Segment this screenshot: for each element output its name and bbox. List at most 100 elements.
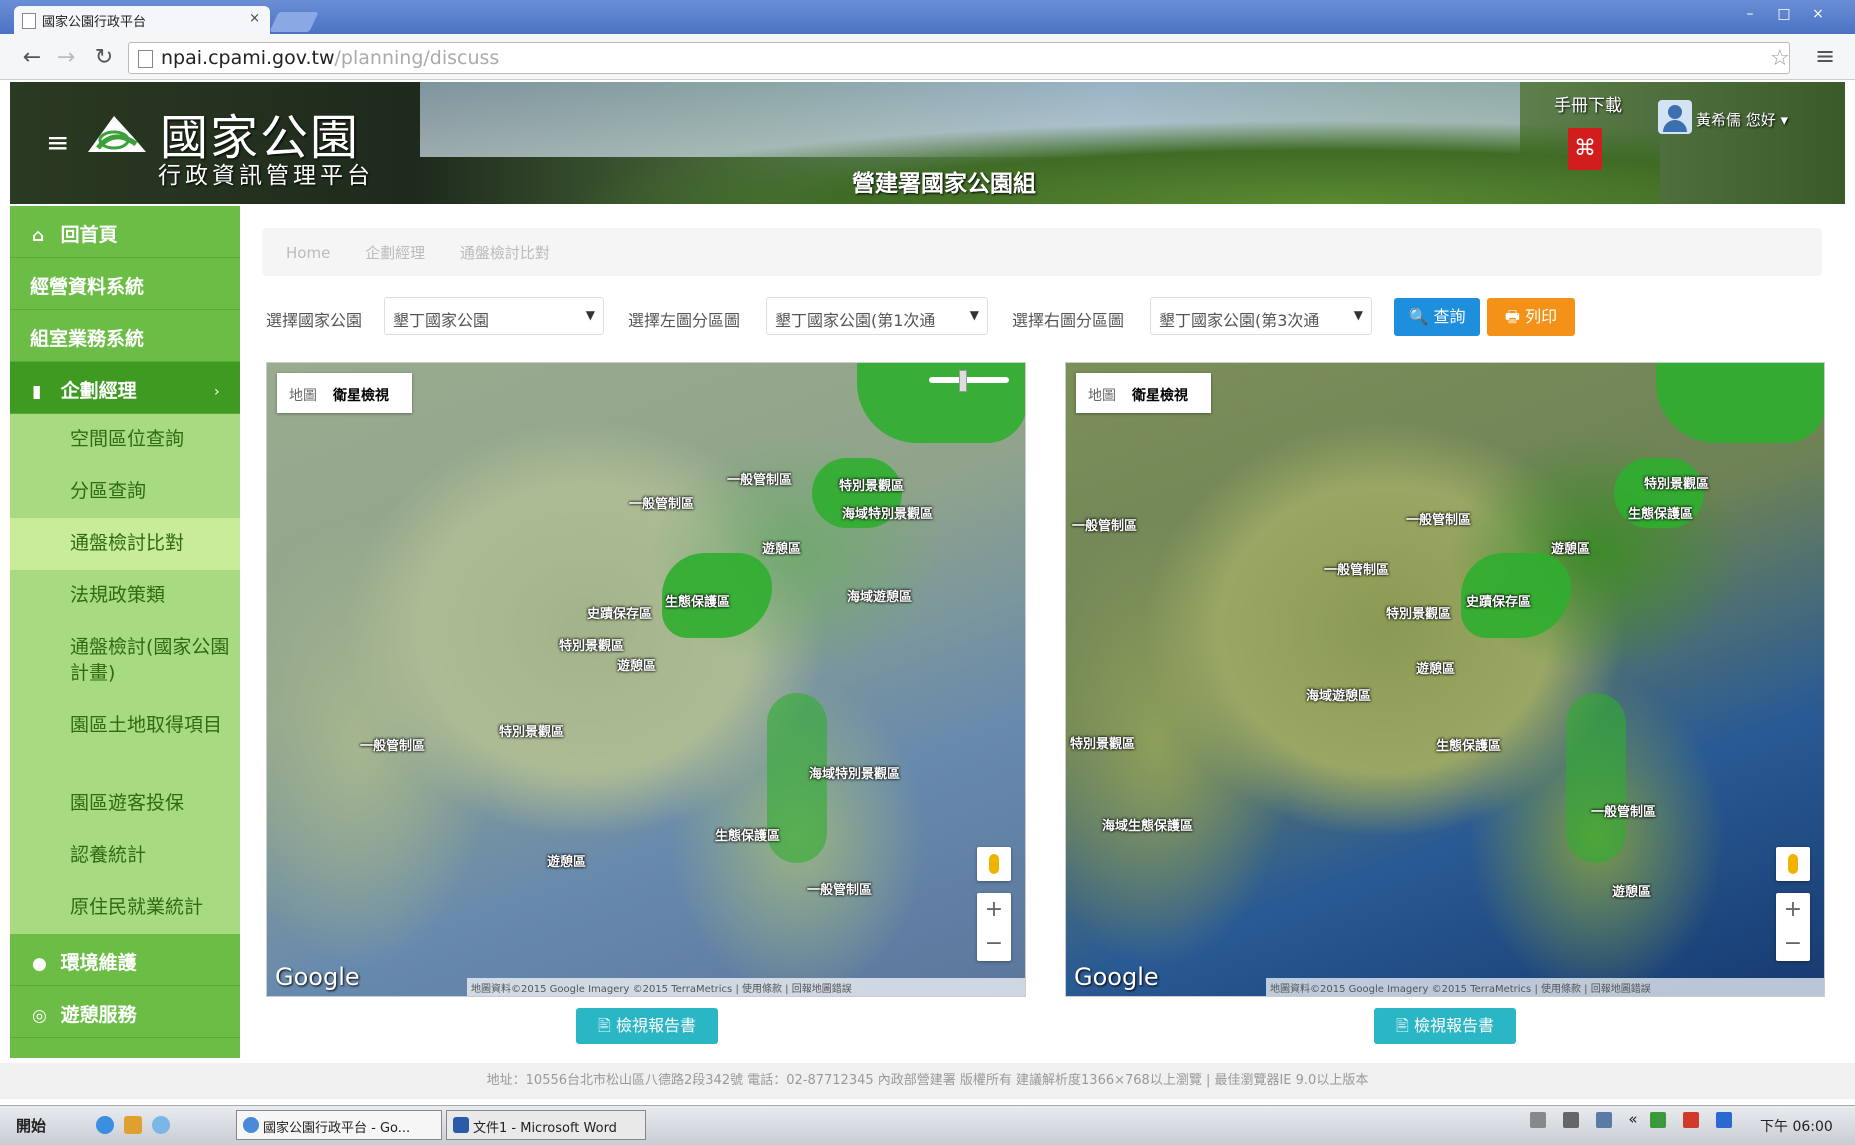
map-place-label: 海域特別景觀區 <box>809 767 901 782</box>
map-place-label: 特別景觀區 <box>1070 737 1136 752</box>
banner-landscape <box>560 120 1660 204</box>
google-logo: Google <box>1074 963 1159 991</box>
tray-display-icon[interactable] <box>1595 1111 1612 1128</box>
tray-expand-icon[interactable]: « <box>1628 1110 1637 1128</box>
user-menu[interactable]: 黃希儒 您好 ▾ <box>1696 109 1788 130</box>
tray-printer-icon[interactable] <box>1530 1111 1546 1128</box>
start-button[interactable]: 開始 <box>8 1111 74 1139</box>
sidebar-item-recreation[interactable]: ◎ 遊憩服務 <box>10 986 240 1038</box>
tray-security-icon[interactable] <box>1650 1111 1667 1128</box>
right-report-button[interactable]: 🖹 檢視報告書 <box>1374 1008 1516 1044</box>
map-place-label: 海域遊憩區 <box>847 590 913 605</box>
map-place-label: 遊憩區 <box>1551 542 1591 557</box>
sidebar-item-operations-data[interactable]: 經營資料系統 <box>10 258 240 310</box>
sidebar-subitem-land-acquisition[interactable]: 園區土地取得項目 <box>10 700 240 778</box>
park-select[interactable]: 墾丁國家公園 ▼ <box>384 297 604 335</box>
map-place-label: 生態保護區 <box>715 829 781 844</box>
map-place-label: 遊憩區 <box>547 855 587 870</box>
taskbar-item-browser[interactable]: 國家公園行政平台 - Go... <box>236 1110 442 1140</box>
tray-monitor-icon[interactable] <box>1715 1111 1732 1128</box>
left-map-select[interactable]: 墾丁國家公園(第1次通 ▼ <box>766 297 988 335</box>
map-place-label: 遊憩區 <box>1416 662 1456 677</box>
map-attribution: 地圖資料©2015 Google Imagery ©2015 TerraMetr… <box>467 978 1025 996</box>
word-icon <box>453 1117 469 1133</box>
back-arrow-icon[interactable]: ← <box>18 44 46 72</box>
sidebar-item-environment[interactable]: ● 環境維護 <box>10 934 240 986</box>
map-type-map[interactable]: 地圖 <box>289 388 317 404</box>
tray-network-icon[interactable] <box>1562 1111 1579 1128</box>
forward-arrow-icon[interactable]: → <box>52 44 80 72</box>
map-type-satellite[interactable]: 衛星檢視 <box>1132 388 1188 404</box>
sidebar-subitem-regulations[interactable]: 法規政策類 <box>10 570 240 622</box>
sidebar-subitem-indigenous-employment[interactable]: 原住民就業統計 <box>10 882 240 934</box>
zoom-in-button[interactable]: + <box>977 893 1011 927</box>
map-place-label: 史蹟保存區 <box>587 607 653 622</box>
chevron-down-icon: ▼ <box>969 308 979 322</box>
taskbar-item-word[interactable]: 文件1 - Microsoft Word <box>446 1110 646 1140</box>
map-type-control[interactable]: 地圖 衛星檢視 <box>1076 373 1211 413</box>
bookmark-star-icon[interactable]: ☆ <box>1770 46 1790 71</box>
sidebar-item-label: 經營資料系統 <box>30 276 145 298</box>
url-host: npai.cpami.gov.tw <box>161 47 335 69</box>
location-pin-icon: ● <box>32 954 47 974</box>
opacity-slider[interactable] <box>929 370 1009 392</box>
tab-close-icon[interactable]: × <box>249 11 260 26</box>
close-window-button[interactable]: × <box>1804 6 1832 26</box>
map-place-label: 生態保護區 <box>1436 739 1502 754</box>
zoom-out-button[interactable]: − <box>977 927 1011 961</box>
left-report-button[interactable]: 🖹 檢視報告書 <box>576 1008 718 1044</box>
right-map[interactable]: 地圖 衛星檢視 一般管制區 特別景觀區 生態保護區 一般管制區 遊憩區 特別景觀區… <box>1065 362 1825 997</box>
map-type-satellite[interactable]: 衛星檢視 <box>333 388 389 404</box>
zoom-control: + − <box>1776 893 1810 961</box>
taskbar-item-label: 國家公園行政平台 - Go... <box>263 1121 411 1136</box>
tray-alert-icon[interactable] <box>1683 1111 1700 1128</box>
sidebar-subitem-zone-query[interactable]: 分區查詢 <box>10 466 240 518</box>
zoom-in-button[interactable]: + <box>1776 893 1810 927</box>
hamburger-menu-icon[interactable]: ≡ <box>46 126 69 159</box>
minimize-button[interactable]: – <box>1736 6 1764 26</box>
address-bar[interactable]: npai.cpami.gov.tw/planning/discuss <box>128 42 1790 74</box>
map-type-control[interactable]: 地圖 衛星檢視 <box>277 373 412 413</box>
chevron-down-icon: ▼ <box>585 308 595 322</box>
sidebar-subitem-visitor-insurance[interactable]: 園區遊客投保 <box>10 778 240 830</box>
print-button[interactable]: 🖶 列印 <box>1487 298 1575 336</box>
sidebar-item-planning[interactable]: ▮ 企劃經理 <box>10 362 240 414</box>
quicklaunch-browser-icon[interactable] <box>96 1116 114 1134</box>
left-map[interactable]: 地圖 衛星檢視 一般管制區 特別景觀區 海域特別景觀區 遊憩區 生態保護區 史蹟保… <box>266 362 1026 997</box>
park-select-value: 墾丁國家公園 <box>393 311 490 330</box>
map-type-map[interactable]: 地圖 <box>1088 388 1116 404</box>
right-map-select-label: 選擇右圖分區圖 <box>1012 311 1125 330</box>
map-place-label: 生態保護區 <box>665 595 731 610</box>
page-footer: 地址：10556台北市松山區八德路2段342號 電話：02-87712345 內… <box>0 1063 1855 1099</box>
park-select-label: 選擇國家公園 <box>266 311 363 330</box>
sidebar-item-label: 回首頁 <box>60 224 118 246</box>
breadcrumb-home[interactable]: Home <box>286 244 330 262</box>
reload-icon[interactable]: ↻ <box>90 44 118 72</box>
right-map-select[interactable]: 墾丁國家公園(第3次通 ▼ <box>1150 297 1372 335</box>
browser-menu-icon[interactable]: ≡ <box>1815 42 1835 70</box>
agency-name: 營建署國家公園組 <box>852 171 1036 197</box>
browser-tab[interactable]: 國家公園行政平台 × <box>14 6 270 34</box>
sidebar-subitem-spatial-query[interactable]: 空間區位查詢 <box>10 414 240 466</box>
query-button[interactable]: 🔍 查詢 <box>1394 298 1480 336</box>
pdf-icon[interactable]: ⌘ <box>1568 128 1602 170</box>
sidebar-subitem-review-compare[interactable]: 通盤檢討比對 <box>10 518 240 570</box>
sidebar-subitem-park-plan-review[interactable]: 通盤檢討(國家公園計畫) <box>10 622 240 700</box>
map-overlay-shade <box>267 363 1025 996</box>
maximize-button[interactable]: □ <box>1770 6 1798 26</box>
user-avatar-icon[interactable] <box>1658 100 1692 134</box>
map-place-label: 一般管制區 <box>1406 513 1472 528</box>
left-map-select-value: 墾丁國家公園(第1次通 <box>775 311 936 330</box>
quicklaunch-folder-icon[interactable] <box>124 1116 142 1134</box>
map-place-label: 海域遊憩區 <box>1306 689 1372 704</box>
street-view-pegman-icon[interactable] <box>977 847 1011 881</box>
sidebar-subitem-adoption-stats[interactable]: 認養統計 <box>10 830 240 882</box>
map-place-label: 一般管制區 <box>629 497 695 512</box>
manual-download-link[interactable]: 手冊下載 <box>1554 91 1622 116</box>
zoom-out-button[interactable]: − <box>1776 927 1810 961</box>
sidebar-item-home[interactable]: ⌂ 回首頁 <box>10 206 240 258</box>
street-view-pegman-icon[interactable] <box>1776 847 1810 881</box>
breadcrumb-planning[interactable]: 企劃經理 <box>365 244 425 262</box>
quicklaunch-ie-icon[interactable] <box>152 1116 170 1134</box>
sidebar-item-division-business[interactable]: 組室業務系統 <box>10 310 240 362</box>
